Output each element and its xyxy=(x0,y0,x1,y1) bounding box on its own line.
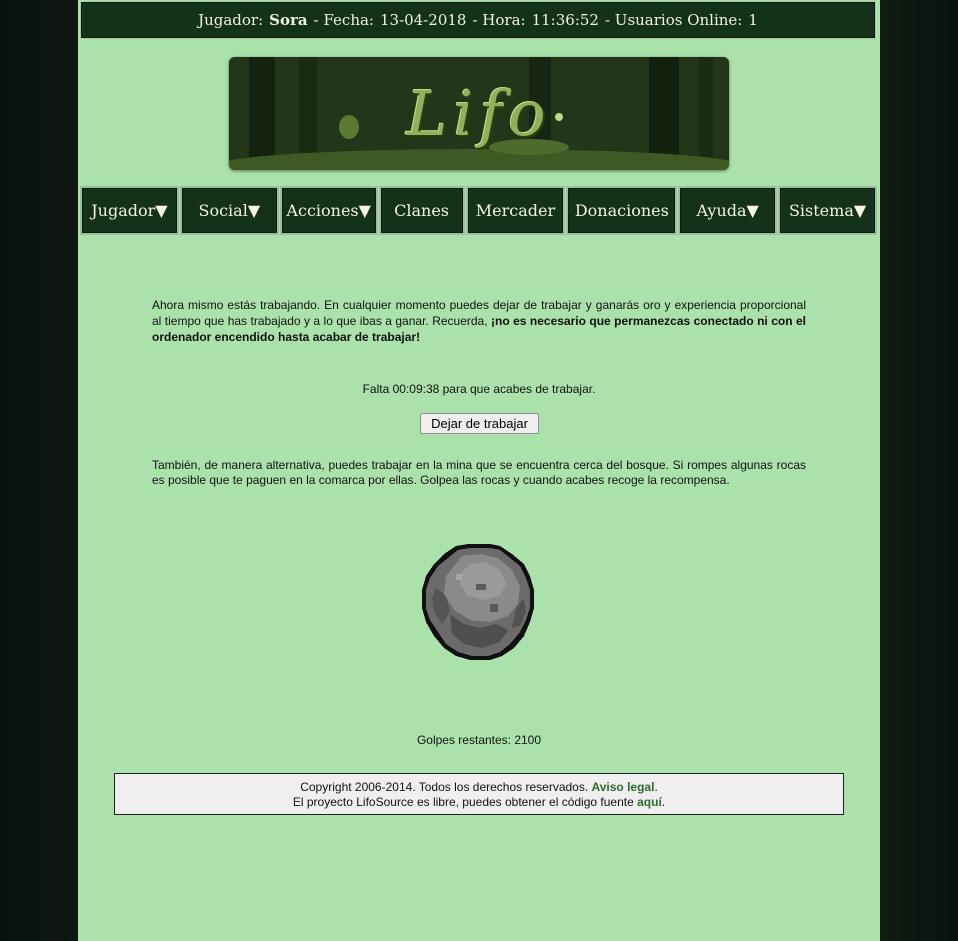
main-nav: Jugador▼ Social▼ Acciones▼ Clanes Mercad… xyxy=(80,186,878,235)
work-intro: Ahora mismo estás trabajando. En cualqui… xyxy=(152,297,806,345)
mine-description: También, de manera alternativa, puedes t… xyxy=(152,458,806,487)
nav-donaciones[interactable]: Donaciones xyxy=(566,186,678,235)
footer-period-2: . xyxy=(661,795,666,809)
player-label: Jugador: xyxy=(198,11,264,29)
legal-link[interactable]: Aviso legal xyxy=(592,780,655,794)
nav-acciones[interactable]: Acciones▼ xyxy=(279,186,378,235)
copyright-text: Copyright 2006-2014. Todos los derechos … xyxy=(300,780,592,794)
date-value: 13-04-2018 xyxy=(379,11,467,29)
time-remaining: Falta 00:09:38 para que acabes de trabaj… xyxy=(362,382,596,396)
hits-remaining: Golpes restantes: 2100 xyxy=(416,733,542,747)
nav-social[interactable]: Social▼ xyxy=(179,186,279,235)
online-label: - Usuarios Online: xyxy=(604,11,743,29)
footer-line-1: Copyright 2006-2014. Todos los derechos … xyxy=(115,780,843,795)
status-bar: Jugador: Sora - Fecha: 13-04-2018 - Hora… xyxy=(80,1,876,39)
source-text: El proyecto LifoSource es libre, puedes … xyxy=(292,795,638,809)
online-count: 1 xyxy=(748,11,758,29)
source-link[interactable]: aquí xyxy=(637,795,662,809)
player-name: Sora xyxy=(269,11,308,29)
page-container: Jugador: Sora - Fecha: 13-04-2018 - Hora… xyxy=(78,0,880,941)
rock-icon[interactable] xyxy=(420,544,538,662)
nav-jugador[interactable]: Jugador▼ xyxy=(80,186,179,235)
nav-sistema[interactable]: Sistema▼ xyxy=(778,186,877,235)
time-value: 11:36:52 xyxy=(531,11,599,29)
nav-mercader[interactable]: Mercader xyxy=(465,186,566,235)
site-banner[interactable]: Lifo xyxy=(229,57,729,170)
time-label: - Hora: xyxy=(472,11,526,29)
nav-ayuda[interactable]: Ayuda▼ xyxy=(678,186,778,235)
footer-line-2: El proyecto LifoSource es libre, puedes … xyxy=(115,795,843,810)
footer-period: . xyxy=(654,780,658,794)
nav-clanes[interactable]: Clanes xyxy=(378,186,465,235)
lifo-logo: Lifo xyxy=(406,77,552,150)
stop-working-button[interactable]: Dejar de trabajar xyxy=(420,413,539,434)
footer: Copyright 2006-2014. Todos los derechos … xyxy=(114,773,844,815)
date-label: - Fecha: xyxy=(313,11,374,29)
